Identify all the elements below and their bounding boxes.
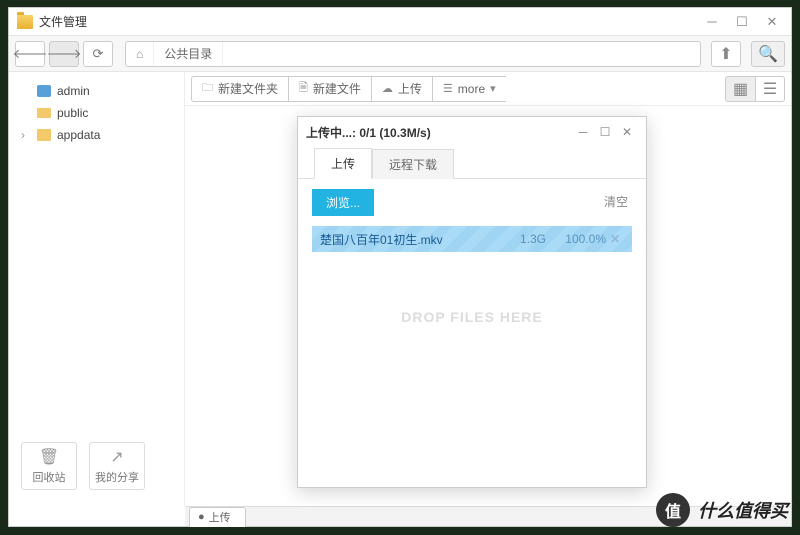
dialog-body: 浏览... 清空 楚国八百年01初生.mkv 1.3G 100.0% ✕ DRO… xyxy=(298,179,646,487)
list-icon: ☰ xyxy=(443,82,453,95)
minimize-button[interactable]: ─ xyxy=(697,12,727,32)
my-share-button[interactable]: ↗ 我的分享 xyxy=(89,442,145,490)
browse-button[interactable]: 浏览... xyxy=(312,189,374,216)
forward-button[interactable]: 🡒 xyxy=(49,41,79,67)
view-toggle: ▦ ☰ xyxy=(725,76,785,102)
breadcrumb: ⌂ 公共目录 xyxy=(125,41,701,67)
sidebar-item-public[interactable]: public xyxy=(13,102,180,124)
dialog-close-button[interactable]: ✕ xyxy=(616,125,638,139)
window-title: 文件管理 xyxy=(39,13,697,30)
sidebar-item-label: appdata xyxy=(57,128,100,142)
dialog-titlebar: 上传中...: 0/1 (10.3M/s) ─ ☐ ✕ xyxy=(298,117,646,147)
sidebar-item-admin[interactable]: admin xyxy=(13,80,180,102)
new-file-button[interactable]: 🗎新建文件 xyxy=(288,76,371,102)
folder-icon xyxy=(17,15,33,29)
home-icon: ⌂ xyxy=(136,47,143,61)
clear-button[interactable]: 清空 xyxy=(604,193,628,210)
action-toolbar: 🗀新建文件夹 🗎新建文件 ☁上传 ☰more ▾ ▦ ☰ xyxy=(185,72,791,106)
search-button[interactable]: 🔍 xyxy=(751,41,785,67)
sidebar-item-appdata[interactable]: › appdata xyxy=(13,124,180,146)
upload-icon: ● xyxy=(198,511,205,523)
list-view-button[interactable]: ☰ xyxy=(755,76,785,102)
more-button[interactable]: ☰more ▾ xyxy=(432,76,506,102)
share-icon: ↗ xyxy=(110,447,123,467)
sidebar-item-label: admin xyxy=(57,84,90,98)
drop-zone-label: DROP FILES HERE xyxy=(298,309,646,325)
folder-plus-icon: 🗀 xyxy=(202,79,213,98)
trash-icon: 🗑 xyxy=(39,447,59,467)
refresh-button[interactable]: ⟳ xyxy=(83,41,113,67)
watermark: 值 什么值得买 xyxy=(656,493,788,527)
watermark-badge: 值 xyxy=(656,493,690,527)
file-plus-icon: 🗎 xyxy=(299,79,308,98)
tab-upload[interactable]: 上传 xyxy=(314,148,372,179)
upload-row: 楚国八百年01初生.mkv 1.3G 100.0% ✕ xyxy=(312,226,632,252)
recycle-bin-button[interactable]: 🗑 回收站 xyxy=(21,442,77,490)
chevron-down-icon: ▾ xyxy=(490,82,496,95)
tab-remote-download[interactable]: 远程下载 xyxy=(372,149,454,179)
upload-size: 1.3G xyxy=(496,232,546,246)
grid-view-button[interactable]: ▦ xyxy=(725,76,755,102)
user-icon xyxy=(37,85,51,97)
expand-icon[interactable]: › xyxy=(21,128,31,142)
folder-icon xyxy=(37,129,51,141)
remove-upload-button[interactable]: ✕ xyxy=(606,232,624,246)
footer-tab-upload[interactable]: ●上传 xyxy=(189,507,246,527)
upload-dialog: 上传中...: 0/1 (10.3M/s) ─ ☐ ✕ 上传 远程下载 浏览..… xyxy=(297,116,647,488)
dialog-minimize-button[interactable]: ─ xyxy=(572,125,594,139)
folder-tree: admin public › appdata xyxy=(13,80,180,434)
breadcrumb-home[interactable]: ⌂ xyxy=(126,42,154,66)
dialog-tabs: 上传 远程下载 xyxy=(298,147,646,179)
sidebar-item-label: public xyxy=(57,106,88,120)
close-button[interactable]: ✕ xyxy=(757,12,787,32)
breadcrumb-segment[interactable]: 公共目录 xyxy=(154,42,223,66)
up-level-button[interactable]: ⬆ xyxy=(711,41,741,67)
upload-percent: 100.0% xyxy=(546,232,606,246)
new-folder-button[interactable]: 🗀新建文件夹 xyxy=(191,76,288,102)
dialog-title: 上传中...: 0/1 (10.3M/s) xyxy=(306,124,572,141)
folder-icon xyxy=(37,108,51,118)
watermark-text: 什么值得买 xyxy=(698,497,788,523)
titlebar: 文件管理 ─ ☐ ✕ xyxy=(9,8,791,36)
app-window: 文件管理 ─ ☐ ✕ 🡐 🡒 ⟳ ⌂ 公共目录 ⬆ 🔍 admin xyxy=(8,7,792,527)
nav-toolbar: 🡐 🡒 ⟳ ⌂ 公共目录 ⬆ 🔍 xyxy=(9,36,791,72)
maximize-button[interactable]: ☐ xyxy=(727,12,757,32)
cloud-upload-icon: ☁ xyxy=(382,82,393,95)
back-button[interactable]: 🡐 xyxy=(15,41,45,67)
upload-button[interactable]: ☁上传 xyxy=(371,76,432,102)
dialog-maximize-button[interactable]: ☐ xyxy=(594,125,616,139)
sidebar: admin public › appdata 🗑 回收站 xyxy=(9,72,185,506)
upload-filename: 楚国八百年01初生.mkv xyxy=(320,231,496,248)
